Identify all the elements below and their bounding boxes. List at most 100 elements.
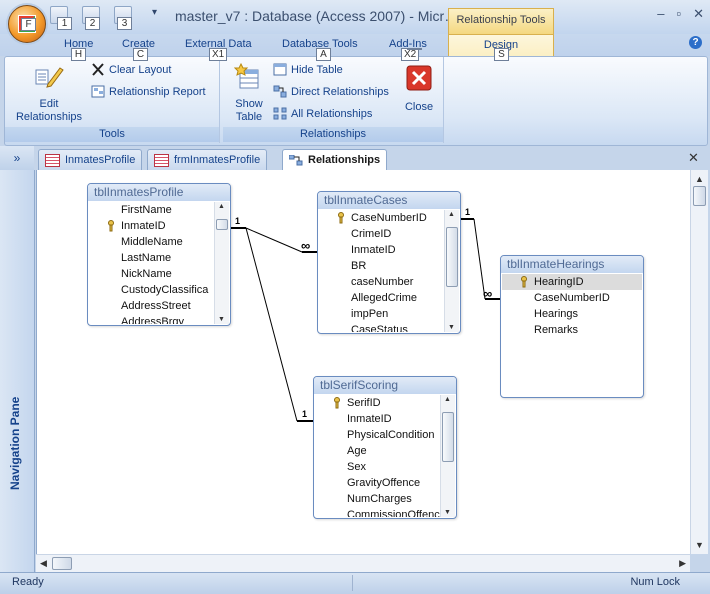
primary-key-icon <box>521 276 527 288</box>
field-item[interactable]: CaseStatus <box>319 322 459 332</box>
field-item[interactable]: FirstName <box>89 202 229 218</box>
report-icon <box>91 85 105 98</box>
field-item[interactable]: HearingID <box>502 274 642 290</box>
scroll-up-arrow[interactable]: ▲ <box>448 211 455 218</box>
field-item[interactable]: InmateID <box>315 411 455 427</box>
field-item[interactable]: AddressBrgy <box>89 314 229 324</box>
table-inmate-cases[interactable]: tblInmateCases CaseNumberID CrimeID Inma… <box>317 191 461 334</box>
show-table-label-2: Table <box>235 111 263 123</box>
field-item[interactable]: CaseNumberID <box>502 290 642 306</box>
relationships-icon <box>289 154 303 165</box>
scroll-right-arrow[interactable]: ▶ <box>679 558 686 569</box>
scroll-up-arrow[interactable]: ▲ <box>695 174 704 184</box>
table-serif-scoring[interactable]: tblSerifScoring SerifID InmateID Physica… <box>313 376 457 519</box>
status-divider <box>352 575 353 591</box>
horizontal-scrollbar[interactable]: ◀ ▶ <box>36 554 690 572</box>
show-table-button[interactable]: Show Table <box>227 62 271 124</box>
table-title[interactable]: tblInmatesProfile <box>88 184 230 201</box>
restore-button[interactable]: ▫ <box>676 6 681 22</box>
document-tabs: InmatesProfile frmInmatesProfile Relatio… <box>36 146 710 170</box>
scroll-down-arrow[interactable]: ▼ <box>218 316 225 323</box>
field-item[interactable]: PhysicalCondition <box>315 427 455 443</box>
edit-relationships-button[interactable]: Edit Relationships <box>13 62 85 124</box>
table-scrollbar[interactable]: ▲ ▼ <box>214 202 229 324</box>
field-item[interactable]: Age <box>315 443 455 459</box>
edit-relationships-icon <box>35 67 64 88</box>
show-table-icon <box>233 62 259 89</box>
field-item[interactable]: CommissionOffence <box>315 507 455 517</box>
tools-group-label: Tools <box>5 127 219 142</box>
scroll-thumb[interactable] <box>446 227 458 287</box>
direct-relationships-icon <box>273 85 287 98</box>
table-inmates-profile[interactable]: tblInmatesProfile FirstName InmateID Mid… <box>87 183 231 326</box>
table-inmate-hearings[interactable]: tblInmateHearings HearingID CaseNumberID… <box>500 255 644 398</box>
relationships-canvas[interactable]: 1 ∞ 1 ∞ 1 tblInmatesProfile FirstName In… <box>36 170 691 554</box>
close-icon <box>406 65 432 91</box>
field-item[interactable]: impPen <box>319 306 459 322</box>
scroll-thumb[interactable] <box>52 557 72 570</box>
scroll-thumb[interactable] <box>693 186 706 206</box>
field-item[interactable]: AddressStreet <box>89 298 229 314</box>
relationship-line[interactable] <box>245 227 298 422</box>
field-item[interactable]: AllegedCrime <box>319 290 459 306</box>
close-document-button[interactable]: ✕ <box>688 150 699 166</box>
keytip-design: S <box>494 48 509 61</box>
nav-pane-toggle[interactable]: » <box>0 146 34 170</box>
table-title[interactable]: tblInmateHearings <box>501 256 643 273</box>
field-item[interactable]: BR <box>319 258 459 274</box>
customize-qat-button[interactable]: ▾ <box>152 7 157 18</box>
direct-relationships-button[interactable]: Direct Relationships <box>273 85 389 98</box>
cardinality-many: ∞ <box>483 286 493 301</box>
field-item[interactable]: NumCharges <box>315 491 455 507</box>
field-list: FirstName InmateID MiddleName LastName N… <box>89 202 229 324</box>
hide-table-button[interactable]: Hide Table <box>273 63 343 76</box>
navigation-pane[interactable]: Navigation Pane <box>0 170 35 572</box>
context-tab-header: Relationship Tools <box>448 8 554 35</box>
scroll-thumb[interactable] <box>442 412 454 462</box>
table-title[interactable]: tblSerifScoring <box>314 377 456 394</box>
keytip-create: C <box>133 48 148 61</box>
close-window-button[interactable]: ✕ <box>693 6 704 22</box>
scroll-up-arrow[interactable]: ▲ <box>444 396 451 403</box>
scroll-down-arrow[interactable]: ▼ <box>448 324 455 331</box>
all-relationships-label: All Relationships <box>291 107 373 120</box>
field-item[interactable]: CustodyClassifica <box>89 282 229 298</box>
scroll-left-arrow[interactable]: ◀ <box>40 558 47 569</box>
relationship-report-button[interactable]: Relationship Report <box>91 85 206 98</box>
field-item[interactable]: Remarks <box>502 322 642 338</box>
field-item[interactable]: GravityOffence <box>315 475 455 491</box>
scroll-thumb[interactable] <box>216 219 228 230</box>
scroll-up-arrow[interactable]: ▲ <box>218 203 225 210</box>
hide-table-label: Hide Table <box>291 63 343 76</box>
field-item[interactable]: NickName <box>89 266 229 282</box>
clear-layout-button[interactable]: Clear Layout <box>91 63 171 76</box>
doc-tab-inmates-profile[interactable]: InmatesProfile <box>38 149 143 170</box>
table-title[interactable]: tblInmateCases <box>318 192 460 209</box>
clear-layout-icon <box>92 63 104 76</box>
window-controls: – ▫ ✕ <box>657 6 704 22</box>
field-item[interactable]: CaseNumberID <box>319 210 459 226</box>
field-item[interactable]: LastName <box>89 250 229 266</box>
help-icon[interactable]: ? <box>689 36 702 49</box>
field-item[interactable]: InmateID <box>319 242 459 258</box>
scroll-down-arrow[interactable]: ▼ <box>695 540 704 550</box>
field-item[interactable]: SerifID <box>315 395 455 411</box>
doc-tab-label: frmInmatesProfile <box>174 154 261 166</box>
all-relationships-button[interactable]: All Relationships <box>273 107 372 120</box>
doc-tab-frm-inmates-profile[interactable]: frmInmatesProfile <box>147 149 268 170</box>
field-item[interactable]: InmateID <box>89 218 229 234</box>
relationship-line[interactable] <box>245 227 303 253</box>
field-item[interactable]: MiddleName <box>89 234 229 250</box>
keytip-database-tools: A <box>316 48 331 61</box>
close-relationships-button[interactable]: Close <box>401 65 437 114</box>
table-scrollbar[interactable]: ▲ ▼ <box>440 395 455 517</box>
scroll-down-arrow[interactable]: ▼ <box>444 509 451 516</box>
vertical-scrollbar[interactable]: ▲ ▼ <box>690 170 708 554</box>
field-item[interactable]: Sex <box>315 459 455 475</box>
field-item[interactable]: Hearings <box>502 306 642 322</box>
doc-tab-relationships[interactable]: Relationships <box>282 149 388 170</box>
minimize-button[interactable]: – <box>657 6 664 22</box>
table-scrollbar[interactable]: ▲ ▼ <box>444 210 459 332</box>
field-item[interactable]: CrimeID <box>319 226 459 242</box>
field-item[interactable]: caseNumber <box>319 274 459 290</box>
